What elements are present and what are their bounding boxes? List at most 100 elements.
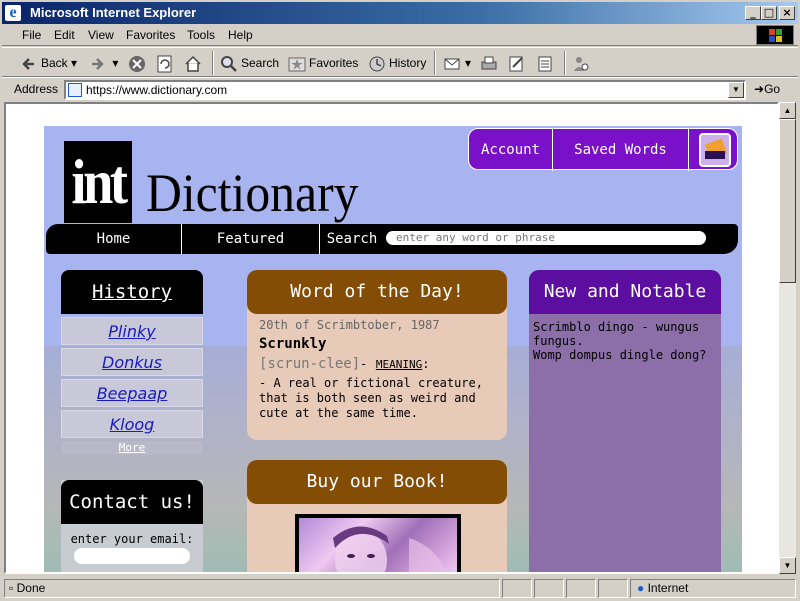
back-arrow-icon	[20, 55, 38, 73]
favorites-star-icon	[288, 55, 306, 73]
account-bar: Account Saved Words	[468, 128, 738, 171]
nav-home[interactable]: Home	[46, 224, 182, 254]
list-item: Scrimblo dingo - wungus fungus.	[533, 320, 700, 348]
avatar[interactable]	[699, 133, 731, 167]
address-bar: Address https://www.dictionary.com ▼ ➜Go	[2, 77, 798, 101]
menu-help[interactable]: Help	[228, 28, 253, 42]
history-item-plinky[interactable]: Plinky	[61, 317, 203, 345]
history-item-kloog[interactable]: Kloog	[61, 410, 203, 438]
toolbar-separator	[212, 51, 214, 75]
home-button[interactable]	[184, 52, 205, 74]
new-and-notable-panel: New and Notable Scrimblo dingo - wungus …	[529, 270, 721, 572]
page-viewport: int Dictionary Account Saved Words Home …	[4, 102, 779, 574]
word-of-the-day-panel: Word of the Day! 20th of Scrimbtober, 19…	[247, 270, 507, 440]
wotd-colon: :	[422, 357, 430, 371]
edit-page-icon	[508, 55, 526, 73]
saved-words-button[interactable]: Saved Words	[553, 129, 689, 171]
contact-panel: Contact us! enter your email:	[61, 480, 203, 572]
history-more-link[interactable]: More	[61, 441, 203, 455]
email-label: enter your email:	[70, 532, 194, 546]
forward-button[interactable]: ▾	[88, 52, 118, 74]
search-icon	[220, 55, 238, 73]
wotd-pronunciation-line: [scrun-clee]- MEANING:	[259, 356, 507, 372]
new-list: Scrimblo dingo - wungus fungus. Womp dom…	[533, 320, 717, 362]
history-item-beepaap[interactable]: Beepaap	[61, 379, 203, 407]
logo-dictionary[interactable]: Dictionary	[146, 161, 358, 225]
status-cell	[502, 579, 532, 598]
nav-featured[interactable]: Featured	[182, 224, 320, 254]
go-arrow-icon: ➜	[754, 82, 765, 96]
address-url: https://www.dictionary.com	[86, 83, 228, 97]
security-zone-cell: ● Internet	[630, 579, 796, 598]
favorites-button[interactable]: Favorites	[288, 52, 358, 74]
stop-icon	[128, 55, 146, 73]
menu-edit[interactable]: Edit	[54, 28, 75, 42]
windows-logo-icon	[756, 25, 794, 45]
printer-icon	[480, 55, 498, 73]
vertical-scrollbar[interactable]: ▲ ▼	[779, 102, 796, 574]
book-cover-image[interactable]	[295, 514, 461, 572]
main-nav: Home Featured Search	[46, 224, 738, 254]
status-cell	[598, 579, 628, 598]
stop-button[interactable]	[128, 52, 149, 74]
mail-button[interactable]: ▾	[444, 52, 471, 74]
history-title[interactable]: History	[61, 270, 203, 314]
wotd-word: Scrunkly	[259, 336, 327, 352]
minimize-button[interactable]: _	[745, 6, 761, 20]
back-button[interactable]: Back ▾	[20, 52, 77, 74]
internet-globe-icon: ●	[637, 581, 645, 595]
status-cell	[566, 579, 596, 598]
page-icon	[68, 83, 82, 97]
nav-search-label: Search	[326, 231, 378, 247]
messenger-button[interactable]	[572, 52, 593, 74]
wotd-meaning-label: MEANING	[375, 358, 423, 371]
book-photo	[299, 518, 457, 572]
history-button[interactable]: History	[368, 52, 426, 74]
menu-favorites[interactable]: Favorites	[126, 28, 175, 42]
logo-int[interactable]: int	[64, 141, 132, 223]
mail-icon	[444, 55, 462, 73]
discuss-button[interactable]	[536, 52, 557, 74]
scroll-up-button[interactable]: ▲	[779, 102, 796, 119]
address-field[interactable]: https://www.dictionary.com ▼	[64, 80, 746, 100]
refresh-button[interactable]	[156, 52, 177, 74]
address-label: Address	[14, 82, 59, 96]
new-title: New and Notable	[529, 270, 721, 314]
menu-view[interactable]: View	[88, 28, 114, 42]
avatar-character-icon	[704, 138, 728, 160]
edit-button[interactable]	[508, 52, 529, 74]
status-cell	[534, 579, 564, 598]
history-panel: History Plinky Donkus Beepaap Kloog More	[61, 270, 203, 455]
status-text-cell: ▫ Done	[4, 579, 500, 598]
wotd-title: Word of the Day!	[247, 270, 507, 314]
history-clock-icon	[368, 55, 386, 73]
dictionary-site: int Dictionary Account Saved Words Home …	[44, 126, 742, 572]
discuss-icon	[536, 55, 554, 73]
menu-tools[interactable]: Tools	[187, 28, 215, 42]
close-button[interactable]: ×	[779, 6, 795, 20]
forward-arrow-icon	[88, 55, 106, 73]
search-button[interactable]: Search	[220, 52, 279, 74]
book-title[interactable]: Buy our Book!	[247, 460, 507, 504]
go-button[interactable]: ➜Go	[754, 82, 780, 96]
refresh-icon	[156, 55, 174, 73]
messenger-icon	[572, 55, 590, 73]
account-button[interactable]: Account	[469, 129, 553, 171]
internet-explorer-icon: e	[5, 5, 21, 21]
history-item-donkus[interactable]: Donkus	[61, 348, 203, 376]
home-icon	[184, 55, 202, 73]
window-title: Microsoft Internet Explorer	[30, 5, 197, 20]
scroll-down-button[interactable]: ▼	[779, 557, 796, 574]
book-face-graphic	[333, 526, 447, 572]
address-dropdown-button[interactable]: ▼	[728, 82, 744, 98]
search-input[interactable]	[386, 231, 706, 245]
scroll-thumb[interactable]	[779, 119, 796, 283]
book-panel: Buy our Book!	[247, 460, 507, 572]
status-bar: ▫ Done ● Internet	[2, 578, 798, 599]
maximize-button[interactable]: □	[761, 6, 777, 20]
wotd-date: 20th of Scrimbtober, 1987	[259, 318, 440, 332]
list-item: Womp dompus dingle dong?	[533, 348, 707, 362]
print-button[interactable]	[480, 52, 501, 74]
menu-file[interactable]: File	[22, 28, 41, 42]
email-field[interactable]	[74, 548, 190, 564]
